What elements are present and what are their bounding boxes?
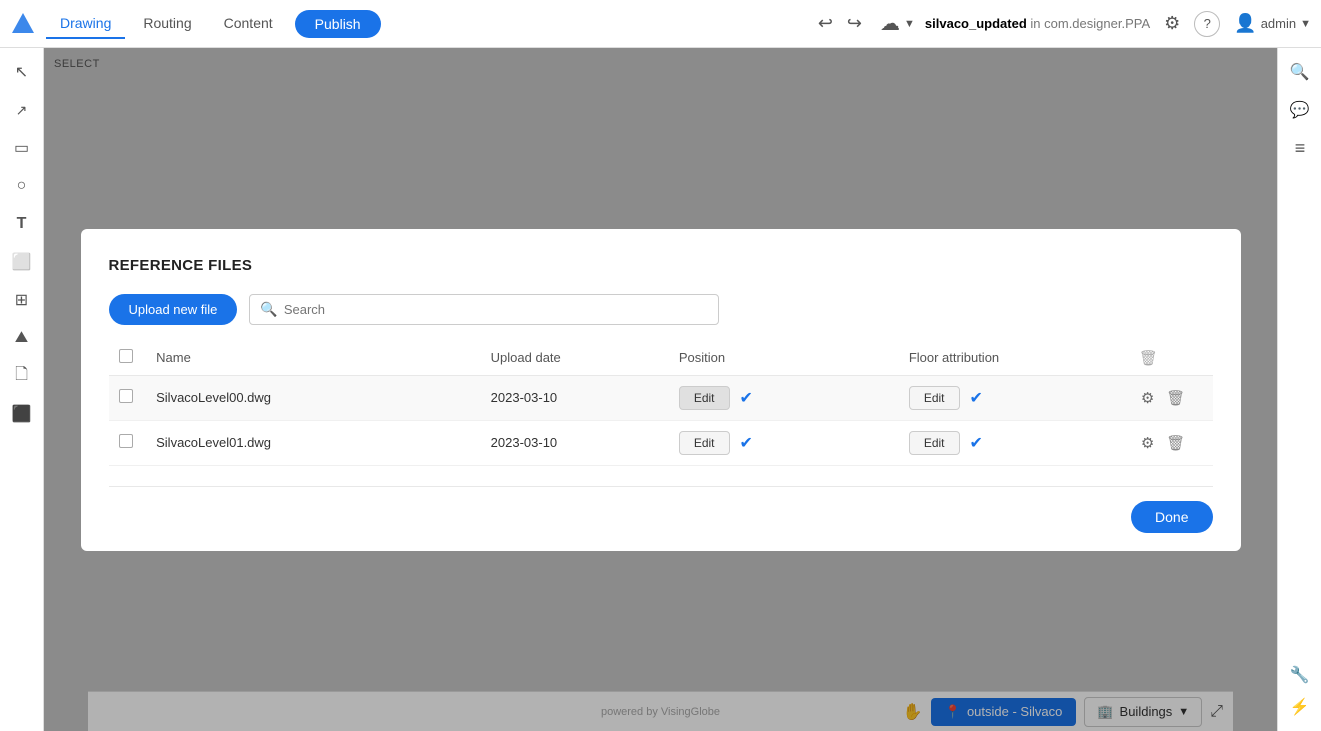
row2-position-edit-button[interactable]: Edit bbox=[679, 431, 730, 455]
tool-box3d[interactable]: ⬜ bbox=[6, 246, 38, 278]
row2-position-check-icon: ✔ bbox=[740, 433, 753, 453]
col-upload-date: Upload date bbox=[481, 341, 669, 376]
user-dropdown-icon: ▼ bbox=[1300, 18, 1311, 30]
row1-position-check-icon: ✔ bbox=[740, 388, 753, 408]
row1-position-edit-button[interactable]: Edit bbox=[679, 386, 730, 410]
tool-layers[interactable]: ⊞ bbox=[6, 284, 38, 316]
table-row: SilvacoLevel00.dwg 2023-03-10 Edit ✔ bbox=[109, 375, 1213, 420]
table-row: SilvacoLevel01.dwg 2023-03-10 Edit ✔ bbox=[109, 420, 1213, 465]
done-button[interactable]: Done bbox=[1131, 501, 1212, 533]
row1-position-cell: Edit ✔ bbox=[669, 375, 899, 420]
col-actions: 🗑 bbox=[1129, 341, 1213, 376]
row1-delete-button[interactable]: 🗑 bbox=[1164, 387, 1187, 409]
tab-drawing[interactable]: Drawing bbox=[46, 9, 125, 39]
tool-text[interactable]: T bbox=[6, 208, 38, 240]
col-checkbox bbox=[109, 341, 147, 376]
row2-date: 2023-03-10 bbox=[481, 420, 669, 465]
right-tools-icon[interactable]: 🔧 bbox=[1284, 659, 1316, 691]
modal-footer: Done bbox=[109, 486, 1213, 551]
tool-rect[interactable]: ▭ bbox=[6, 132, 38, 164]
cloud-dropdown-icon[interactable]: ▼ bbox=[904, 18, 915, 30]
row2-delete-button[interactable]: 🗑 bbox=[1164, 432, 1187, 454]
row1-floor-check-icon: ✔ bbox=[970, 388, 983, 408]
tool-landscape[interactable]: ⛰ bbox=[6, 322, 38, 354]
right-menu-icon[interactable]: ≡ bbox=[1284, 132, 1316, 164]
undo-button[interactable]: ↩ bbox=[814, 9, 837, 38]
search-input[interactable] bbox=[284, 302, 709, 317]
row2-settings-button[interactable]: ⚙ bbox=[1139, 432, 1156, 454]
search-icon: 🔍 bbox=[260, 301, 277, 318]
user-label: admin bbox=[1261, 16, 1296, 31]
settings-button[interactable]: ⚙ bbox=[1160, 9, 1184, 38]
row1-checkbox-cell bbox=[109, 375, 147, 420]
right-search-icon[interactable]: 🔍 bbox=[1284, 56, 1316, 88]
cloud-button[interactable]: ☁ bbox=[876, 7, 904, 40]
redo-button[interactable]: ↪ bbox=[843, 9, 866, 38]
files-table-container: Name Upload date Position Floor attribut… bbox=[109, 341, 1213, 466]
modal-toolbar: Upload new file 🔍 bbox=[109, 294, 1213, 325]
row1-name: SilvacoLevel00.dwg bbox=[146, 375, 481, 420]
row2-actions-cell: ⚙ 🗑 bbox=[1129, 420, 1213, 465]
topbar-right: ? 👤 admin ▼ bbox=[1194, 11, 1311, 37]
topbar-tabs: Drawing Routing Content bbox=[46, 9, 287, 39]
tab-content[interactable]: Content bbox=[210, 9, 287, 39]
row1-actions-cell: ⚙ 🗑 bbox=[1129, 375, 1213, 420]
col-name: Name bbox=[146, 341, 481, 376]
user-menu[interactable]: 👤 admin ▼ bbox=[1234, 13, 1311, 34]
tool-page[interactable]: 🗋 bbox=[6, 360, 38, 392]
row2-checkbox-cell bbox=[109, 420, 147, 465]
project-title: silvaco_updated in com.designer.PPA bbox=[925, 16, 1150, 31]
left-sidebar: ↖ ↗ ▭ ○ T ⬜ ⊞ ⛰ 🗋 ⬛ bbox=[0, 48, 44, 731]
right-comment-icon[interactable]: 💬 bbox=[1284, 94, 1316, 126]
delete-all-icon[interactable]: 🗑 bbox=[1139, 350, 1158, 367]
project-context: in com.designer.PPA bbox=[1030, 16, 1150, 31]
modal-title: REFERENCE FILES bbox=[109, 257, 1213, 274]
row2-checkbox[interactable] bbox=[119, 434, 133, 448]
tool-circle[interactable]: ○ bbox=[6, 170, 38, 202]
publish-button[interactable]: Publish bbox=[295, 10, 381, 38]
search-box: 🔍 bbox=[249, 294, 719, 325]
row2-floor-cell: Edit ✔ bbox=[899, 420, 1129, 465]
help-button[interactable]: ? bbox=[1194, 11, 1220, 37]
tool-cursor[interactable]: ↖ bbox=[6, 56, 38, 88]
files-table: Name Upload date Position Floor attribut… bbox=[109, 341, 1213, 466]
select-all-checkbox[interactable] bbox=[119, 349, 133, 363]
row1-floor-edit-button[interactable]: Edit bbox=[909, 386, 960, 410]
right-sidebar: 🔍 💬 ≡ 🔧 ⚡ bbox=[1277, 48, 1321, 731]
col-position: Position bbox=[669, 341, 899, 376]
right-lightning-icon[interactable]: ⚡ bbox=[1284, 691, 1316, 723]
col-floor-attribution: Floor attribution bbox=[899, 341, 1129, 376]
modal-backdrop: REFERENCE FILES Upload new file 🔍 bbox=[44, 48, 1277, 731]
reference-files-modal: REFERENCE FILES Upload new file 🔍 bbox=[81, 229, 1241, 551]
logo-icon bbox=[10, 11, 36, 37]
row2-position-cell: Edit ✔ bbox=[669, 420, 899, 465]
row1-floor-cell: Edit ✔ bbox=[899, 375, 1129, 420]
row2-floor-check-icon: ✔ bbox=[970, 433, 983, 453]
row2-floor-edit-button[interactable]: Edit bbox=[909, 431, 960, 455]
main-canvas-area: SELECT powered by VisingGlobe ✋ 📍 outsid… bbox=[44, 48, 1277, 731]
topbar: Drawing Routing Content Publish ↩ ↪ ☁ ▼ … bbox=[0, 0, 1321, 48]
upload-new-file-button[interactable]: Upload new file bbox=[109, 294, 238, 325]
row1-checkbox[interactable] bbox=[119, 389, 133, 403]
tool-analytics[interactable]: ↗ bbox=[6, 94, 38, 126]
undo-redo-group: ↩ ↪ bbox=[814, 9, 866, 38]
row2-name: SilvacoLevel01.dwg bbox=[146, 420, 481, 465]
tab-routing[interactable]: Routing bbox=[129, 9, 205, 39]
row1-settings-button[interactable]: ⚙ bbox=[1139, 387, 1156, 409]
row1-date: 2023-03-10 bbox=[481, 375, 669, 420]
tool-stack[interactable]: ⬛ bbox=[6, 398, 38, 430]
